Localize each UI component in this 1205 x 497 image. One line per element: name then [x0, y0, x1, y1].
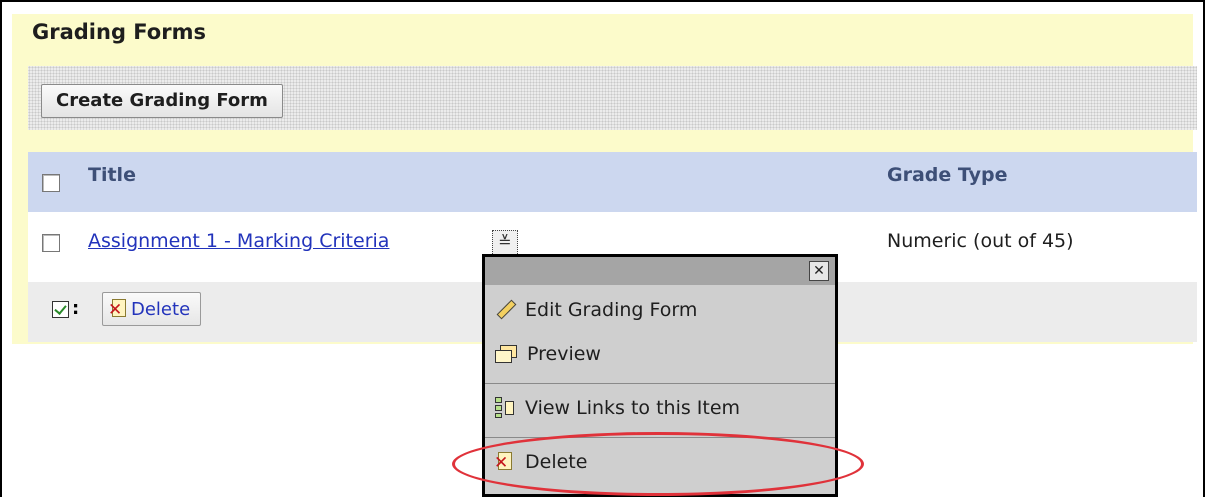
grade-type-cell: Numeric (out of 45) — [887, 230, 1074, 252]
menu-item-delete[interactable]: ✕ Delete — [494, 445, 831, 479]
delete-button-label: Delete — [131, 298, 191, 320]
menu-item-preview[interactable]: Preview — [495, 337, 831, 371]
menu-item-label: Edit Grading Form — [525, 299, 698, 321]
menu-item-edit-grading-form[interactable]: Edit Grading Form — [495, 293, 831, 327]
action-toolbar: Create Grading Form — [28, 66, 1197, 130]
delete-doc-icon: ✕ — [108, 298, 129, 320]
row-checkbox[interactable] — [42, 234, 60, 252]
panel-title: Grading Forms — [32, 20, 206, 44]
column-header-grade-type[interactable]: Grade Type — [887, 164, 1007, 186]
menu-separator — [485, 437, 835, 438]
select-all-checkbox[interactable] — [42, 174, 60, 192]
menu-item-label: Delete — [525, 451, 588, 473]
grading-form-title-link[interactable]: Assignment 1 - Marking Criteria — [88, 230, 389, 252]
table-header: Title Grade Type — [28, 152, 1197, 212]
column-header-title[interactable]: Title — [88, 164, 136, 186]
item-context-menu: ✕ Edit Grading Form Preview View Links t… — [482, 254, 838, 497]
context-menu-header: ✕ — [485, 257, 835, 285]
delete-doc-icon: ✕ — [494, 451, 515, 473]
preview-icon — [495, 345, 517, 363]
checked-checkbox-icon — [52, 301, 69, 318]
menu-item-label: View Links to this Item — [525, 397, 741, 419]
menu-item-label: Preview — [527, 343, 601, 365]
item-menu-button[interactable]: ≚ — [492, 230, 518, 256]
pencil-icon — [495, 300, 515, 320]
create-grading-form-button[interactable]: Create Grading Form — [41, 84, 283, 118]
delete-selected-button[interactable]: ✕ Delete — [102, 292, 202, 326]
close-icon[interactable]: ✕ — [809, 261, 829, 281]
menu-item-view-links[interactable]: View Links to this Item — [495, 391, 831, 425]
menu-separator — [485, 383, 835, 384]
selection-colon: : — [72, 298, 80, 319]
links-icon — [495, 397, 515, 419]
